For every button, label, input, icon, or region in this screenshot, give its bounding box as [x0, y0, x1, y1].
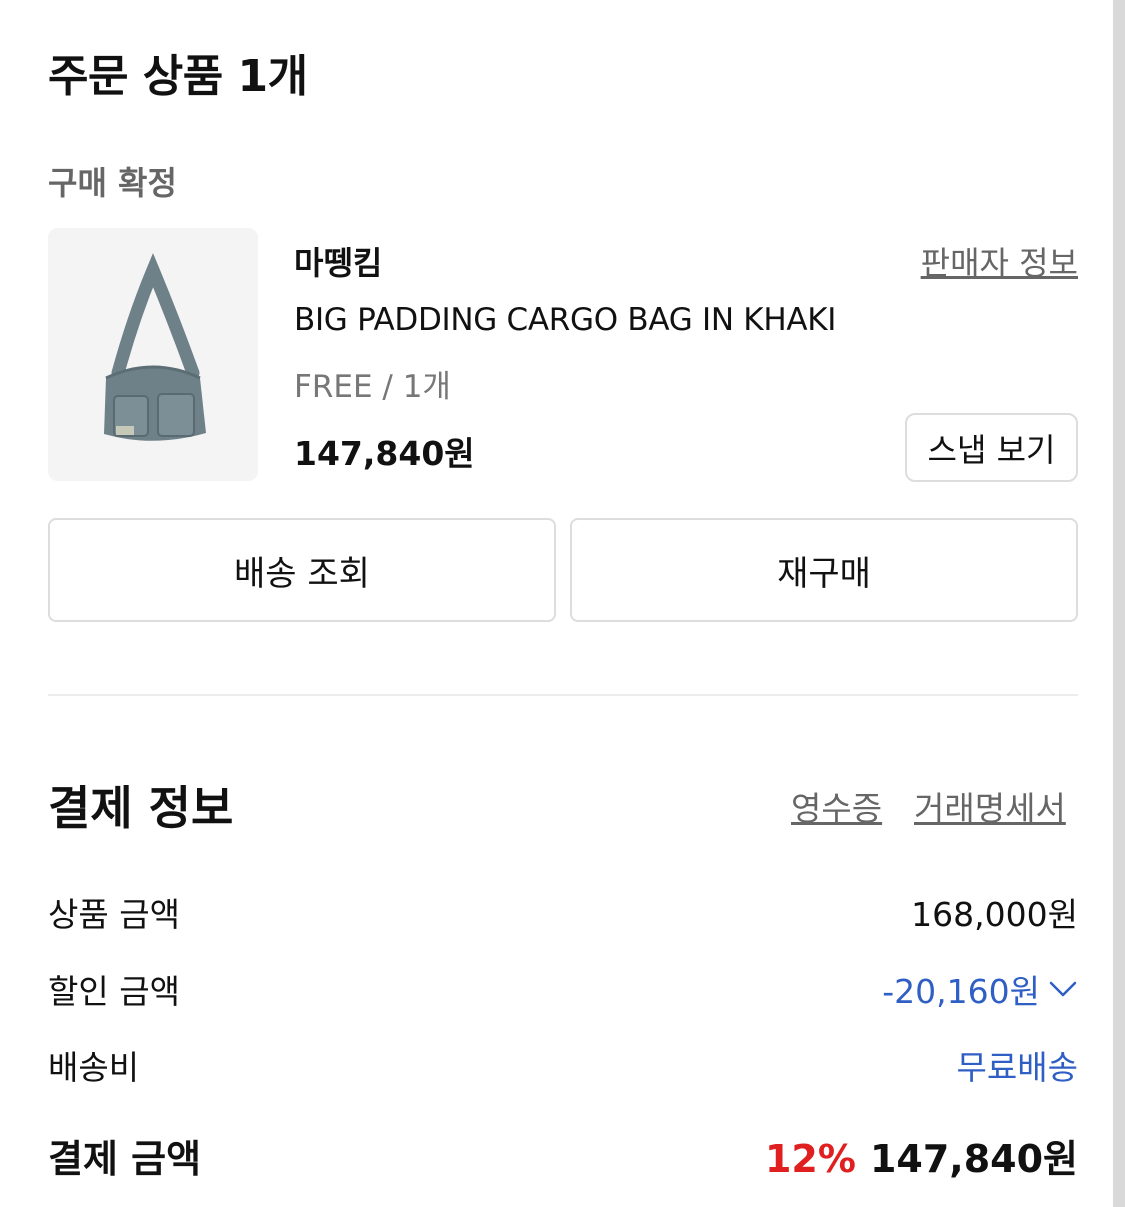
discount-amount-value: -20,160원 — [882, 972, 1040, 1011]
brand-name[interactable]: 마뗑킴 — [294, 238, 382, 284]
product-option: FREE / 1개 — [294, 369, 451, 405]
discount-amount-toggle[interactable]: -20,160원 — [882, 965, 1078, 1013]
order-items-title: 주문 상품 1개 — [48, 51, 308, 102]
cargo-bag-image — [48, 228, 258, 481]
product-name[interactable]: BIG PADDING CARGO BAG IN KHAKI — [294, 302, 836, 338]
rebuy-button[interactable]: 재구매 — [570, 518, 1078, 622]
purchase-status-label: 구매 확정 — [48, 164, 177, 202]
product-amount-value: 168,000원 — [911, 895, 1078, 934]
transaction-statement-link[interactable]: 거래명세서 — [914, 782, 1066, 830]
product-price: 147,840원 — [294, 434, 475, 473]
receipt-link[interactable]: 영수증 — [791, 782, 882, 830]
chevron-down-icon — [1049, 981, 1077, 997]
total-payment-label: 결제 금액 — [48, 1137, 202, 1181]
total-payment: 12% 147,840원 — [765, 1128, 1078, 1183]
product-amount-label: 상품 금액 — [48, 895, 180, 934]
section-divider — [48, 694, 1078, 696]
seller-info-link[interactable]: 판매자 정보 — [921, 238, 1078, 284]
product-thumbnail[interactable] — [48, 228, 258, 481]
scrollbar[interactable] — [1113, 0, 1125, 1207]
discount-rate: 12% — [764, 1137, 856, 1181]
shipping-fee-value: 무료배송 — [956, 1048, 1078, 1087]
payment-info-title: 결제 정보 — [48, 781, 234, 835]
view-snap-button[interactable]: 스냅 보기 — [905, 413, 1078, 482]
total-payment-value: 147,840원 — [869, 1137, 1078, 1181]
order-detail-page: 주문 상품 1개 구매 확정 마뗑킴 판매자 정보 BIG PADDING CA… — [0, 0, 1125, 1207]
shipping-fee-label: 배송비 — [48, 1048, 140, 1087]
discount-amount-label: 할인 금액 — [48, 972, 180, 1011]
track-delivery-button[interactable]: 배송 조회 — [48, 518, 556, 622]
